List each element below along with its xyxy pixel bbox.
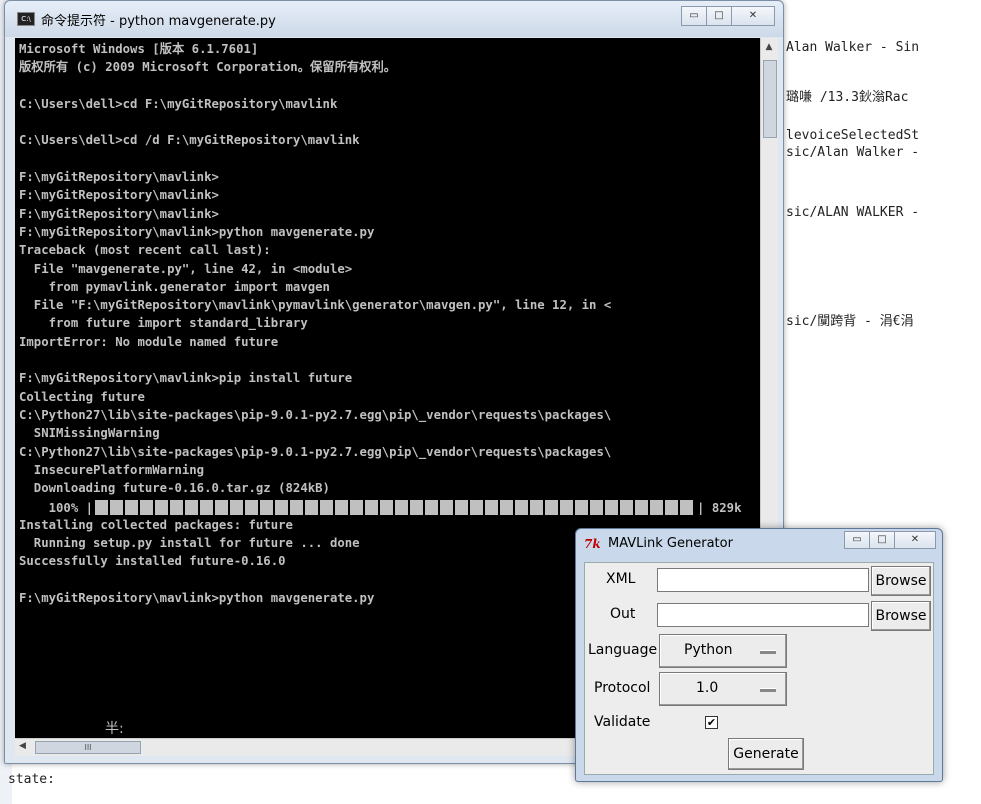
- progress-block: [650, 500, 664, 515]
- bg-editor-line: sic/闃跨背 - 涓€涓: [786, 314, 914, 329]
- progress-block: [170, 500, 184, 515]
- progress-block: [395, 500, 409, 515]
- validate-checkbox[interactable]: ✔: [705, 716, 718, 729]
- xml-label: XML: [606, 571, 636, 587]
- minimize-button[interactable]: ▭: [844, 531, 870, 549]
- progress-block: [215, 500, 229, 515]
- scroll-thumb[interactable]: [763, 60, 777, 138]
- bg-editor-line: levoiceSelectedSt: [786, 128, 920, 143]
- bg-editor-line: sic/ALAN WALKER -: [786, 205, 920, 220]
- scroll-left-icon[interactable]: ◀: [19, 741, 26, 751]
- progress-block: [305, 500, 319, 515]
- minimize-button[interactable]: ▭: [681, 6, 707, 26]
- bg-editor-line: sic/Alan Walker -: [786, 145, 920, 160]
- xml-input[interactable]: [657, 568, 869, 592]
- progress-block: [335, 500, 349, 515]
- console-text: Microsoft Windows [版本 6.1.7601] 版权所有 (c)…: [19, 42, 612, 605]
- maximize-button[interactable]: □: [706, 6, 732, 26]
- progress-block: [470, 500, 484, 515]
- hscroll-thumb[interactable]: III: [35, 741, 141, 754]
- progress-block: [110, 500, 124, 515]
- progress-block: [620, 500, 634, 515]
- protocol-select[interactable]: 1.0: [659, 672, 787, 706]
- progress-block: [380, 500, 394, 515]
- language-select[interactable]: Python: [659, 634, 787, 668]
- progress-label: 100% |: [19, 500, 94, 515]
- progress-block: [140, 500, 154, 515]
- cmd-title: 命令提示符 - python mavgenerate.py: [41, 14, 276, 29]
- close-button[interactable]: ✕: [894, 531, 936, 549]
- progress-block: [350, 500, 364, 515]
- progress-block: [275, 500, 289, 515]
- progress-block: [230, 500, 244, 515]
- language-label: Language: [588, 642, 658, 658]
- mav-title-bar[interactable]: 7k MAVLink Generator ▭ □ ✕: [576, 529, 942, 559]
- scroll-up-icon[interactable]: ▲: [764, 42, 774, 52]
- progress-block: [665, 500, 679, 515]
- progress-bar: [95, 500, 695, 515]
- progress-block: [365, 500, 379, 515]
- out-label: Out: [610, 606, 636, 622]
- cmd-window-controls: ▭ □ ✕: [681, 6, 775, 26]
- progress-block: [425, 500, 439, 515]
- out-input[interactable]: [657, 603, 869, 627]
- progress-block: [290, 500, 304, 515]
- ime-status: 半:: [105, 721, 124, 737]
- progress-block: [410, 500, 424, 515]
- progress-block: [440, 500, 454, 515]
- progress-block: [605, 500, 619, 515]
- progress-block: [260, 500, 274, 515]
- progress-block: [200, 500, 214, 515]
- progress-block: [575, 500, 589, 515]
- close-button[interactable]: ✕: [731, 6, 775, 26]
- protocol-value: 1.0: [696, 680, 719, 696]
- mav-form: XML Browse Out Browse Language Python Pr…: [584, 562, 934, 775]
- progress-block: [155, 500, 169, 515]
- dropdown-indicator-icon: [760, 688, 776, 692]
- progress-block: [545, 500, 559, 515]
- bg-editor-line: state:: [8, 772, 55, 787]
- bg-editor-line: Alan Walker - Sin: [786, 40, 920, 55]
- browse-out-button[interactable]: Browse: [871, 601, 931, 631]
- progress-block: [485, 500, 499, 515]
- progress-block: [185, 500, 199, 515]
- progress-block: [680, 500, 694, 515]
- progress-block: [95, 500, 109, 515]
- maximize-button[interactable]: □: [869, 531, 895, 549]
- bg-editor-line: 璐嗛 /13.3鈥滃Rac: [786, 90, 909, 105]
- mavlink-generator-window: 7k MAVLink Generator ▭ □ ✕ XML Browse Ou…: [575, 528, 943, 782]
- cmd-title-bar[interactable]: C:\ 命令提示符 - python mavgenerate.py ▭ □ ✕: [5, 1, 783, 37]
- cmd-icon: C:\: [17, 12, 35, 26]
- dropdown-indicator-icon: [760, 650, 776, 654]
- progress-block: [560, 500, 574, 515]
- mav-title: MAVLink Generator: [608, 536, 733, 551]
- progress-block: [590, 500, 604, 515]
- generate-button[interactable]: Generate: [728, 738, 804, 770]
- validate-label: Validate: [594, 714, 651, 730]
- progress-block: [455, 500, 469, 515]
- progress-block: [500, 500, 514, 515]
- progress-block: [320, 500, 334, 515]
- progress-block: [125, 500, 139, 515]
- browse-xml-button[interactable]: Browse: [871, 566, 931, 596]
- language-value: Python: [684, 642, 733, 658]
- progress-block: [245, 500, 259, 515]
- progress-end: | 829k: [697, 500, 742, 515]
- mav-window-controls: ▭ □ ✕: [844, 531, 936, 549]
- progress-block: [530, 500, 544, 515]
- progress-block: [635, 500, 649, 515]
- protocol-label: Protocol: [594, 680, 651, 696]
- download-progress: 100% | | 829k: [19, 499, 741, 516]
- progress-block: [515, 500, 529, 515]
- tk-feather-icon: 7k: [584, 537, 601, 551]
